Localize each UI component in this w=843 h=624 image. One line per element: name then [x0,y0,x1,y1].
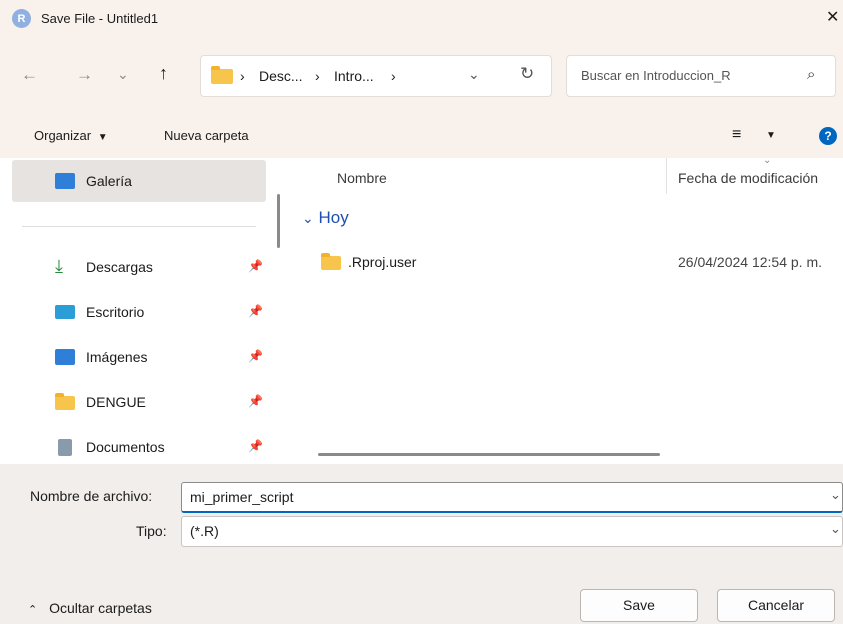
help-icon[interactable]: ? [819,127,837,145]
new-folder-button[interactable]: Nueva carpeta [164,128,249,143]
file-modified-date: 26/04/2024 12:54 p. m. [678,254,822,270]
type-label: Tipo: [136,523,167,539]
search-placeholder: Buscar en Introduccion_R [581,68,731,83]
chevron-down-icon: ⌄ [302,210,314,226]
hide-folders-button[interactable]: ⌃ Ocultar carpetas [28,600,152,616]
breadcrumb-separator: › [391,68,396,84]
table-row[interactable]: .Rproj.user 26/04/2024 12:54 p. m. [316,248,843,276]
search-input[interactable]: Buscar en Introduccion_R ⌕ [566,55,836,97]
horizontal-scrollbar[interactable] [318,453,660,456]
chevron-down-icon[interactable]: ⌄ [468,66,480,83]
address-bar[interactable]: › Desc... › Intro... › ⌄ [200,55,552,97]
pin-icon[interactable]: 📌 [248,349,263,363]
breadcrumb-item[interactable]: Intro... [334,68,374,84]
sidebar-item-desktop[interactable]: Escritorio 📌 [12,291,266,333]
toolbar [0,115,843,158]
caret-down-icon: ▼ [97,132,108,143]
breadcrumb-separator: › [315,68,320,84]
file-name: .Rproj.user [348,254,417,270]
pin-icon[interactable]: 📌 [248,439,263,453]
caret-down-icon[interactable]: ▼ [766,130,776,141]
sidebar-item-label: DENGUE [86,394,146,410]
sidebar-item-images[interactable]: Imágenes 📌 [12,336,266,378]
file-list-pane: Nombre ⌄ Fecha de modificación ⌄ Hoy .Rp… [290,155,843,464]
documents-icon [58,439,72,456]
hide-folders-label: Ocultar carpetas [49,600,152,616]
search-icon: ⌕ [807,66,816,83]
type-value: (*.R) [190,523,219,539]
view-options-icon[interactable]: ≡ [732,126,741,144]
window-title: Save File - Untitled1 [41,11,159,26]
chevron-down-icon[interactable]: ⌄ [830,487,841,503]
pin-icon[interactable]: 📌 [248,394,263,408]
forward-arrow-icon[interactable]: → [76,65,93,85]
organize-label: Organizar [34,128,92,143]
column-header-name[interactable]: Nombre [337,170,387,186]
sidebar-item-label: Documentos [86,439,165,455]
folder-icon [321,253,341,270]
sidebar-item-label: Descargas [86,259,153,275]
r-app-icon: R [12,9,31,28]
navigation-pane: Galería ⤓ Descargas 📌 Escritorio 📌 Imáge… [0,158,290,464]
column-header-modified[interactable]: Fecha de modificación [678,170,818,186]
images-icon [55,349,75,365]
sidebar-item-label: Escritorio [86,304,145,320]
chevron-down-icon[interactable]: ⌄ [830,521,841,537]
sidebar-item-documents[interactable]: Documentos 📌 [12,426,266,468]
sidebar-scrollbar[interactable] [277,194,280,248]
filename-value: mi_primer_script [190,489,294,505]
close-button[interactable]: ✕ [826,7,839,27]
desktop-icon [55,305,75,319]
divider [22,226,256,227]
chevron-down-icon[interactable]: ⌄ [117,66,129,83]
group-header[interactable]: ⌄ Hoy [302,208,349,228]
organize-button[interactable]: Organizar ▼ [34,128,108,143]
gallery-icon [55,173,75,189]
back-arrow-icon[interactable]: ← [21,65,38,85]
sidebar-item-downloads[interactable]: ⤓ Descargas 📌 [12,246,266,288]
filename-label: Nombre de archivo: [30,488,153,504]
refresh-icon[interactable]: ↻ [520,64,534,84]
breadcrumb-separator: › [240,68,245,84]
sidebar-item-label: Imágenes [86,349,148,365]
sort-indicator-icon: ⌄ [763,155,772,166]
pin-icon[interactable]: 📌 [248,259,263,273]
pin-icon[interactable]: 📌 [248,304,263,318]
filename-input[interactable]: mi_primer_script ⌄ [181,482,843,513]
download-icon: ⤓ [55,256,63,276]
breadcrumb-item[interactable]: Desc... [259,68,303,84]
chevron-up-icon: ⌃ [28,604,38,616]
file-type-select[interactable]: (*.R) ⌄ [181,516,843,547]
cancel-button[interactable]: Cancelar [717,589,835,622]
folder-icon [55,393,75,410]
up-arrow-icon[interactable]: ↑ [159,63,168,84]
sidebar-item-dengue[interactable]: DENGUE 📌 [12,381,266,423]
sidebar-item-gallery[interactable]: Galería [12,160,266,202]
save-button[interactable]: Save [580,589,698,622]
column-divider[interactable] [666,158,667,194]
sidebar-item-label: Galería [86,173,132,189]
folder-icon [211,66,233,84]
group-label: Hoy [318,208,349,227]
